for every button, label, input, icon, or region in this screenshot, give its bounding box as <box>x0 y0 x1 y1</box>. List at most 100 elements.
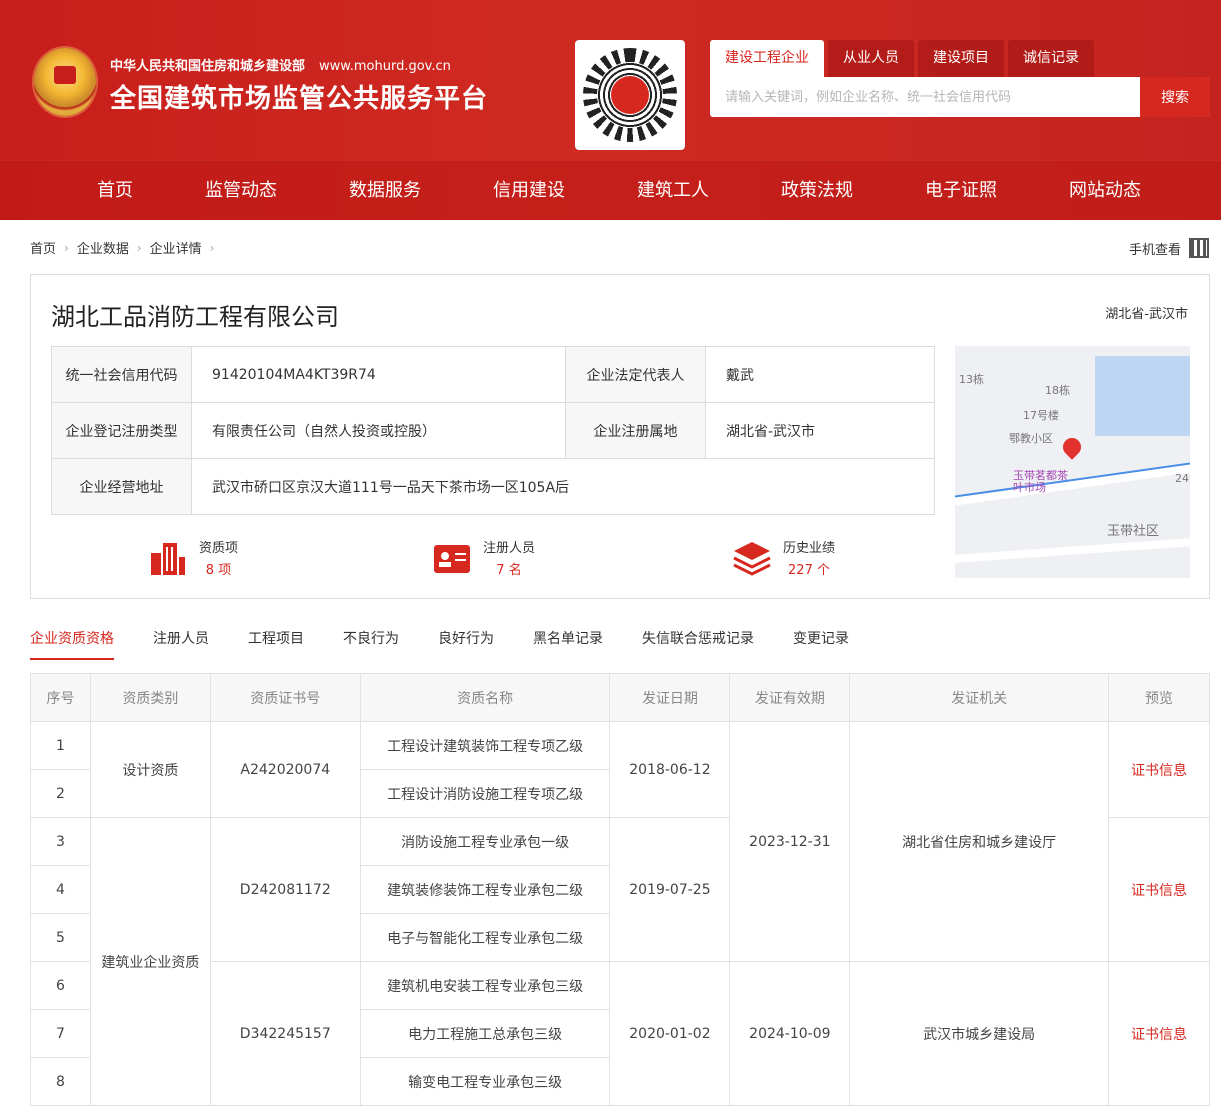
id-card-icon <box>433 539 471 577</box>
header-top: 中华人民共和国住房和城乡建设部 www.mohurd.gov.cn 全国建筑市场监… <box>0 0 1221 160</box>
table-row: 1 设计资质 A242020074 工程设计建筑装饰工程专项乙级 2018-06… <box>30 721 1210 962</box>
nav-site-news[interactable]: 网站动态 <box>1069 161 1141 221</box>
col-header: 发证机关 <box>849 673 1110 722</box>
reg-place-label: 企业注册属地 <box>565 402 706 459</box>
breadcrumb-enterprise-detail: 企业详情 <box>149 242 202 257</box>
tab-good-behavior[interactable]: 良好行为 <box>438 620 494 660</box>
stat-label: 资质项 <box>199 541 239 556</box>
stat-value: 7 名 <box>496 563 522 578</box>
breadcrumb-home[interactable]: 首页 <box>30 238 56 257</box>
col-header: 发证日期 <box>609 673 731 722</box>
info-row: 企业登记注册类型 有限责任公司（自然人投资或控股） 企业注册属地 湖北省-武汉市 <box>51 402 935 459</box>
row-number: 1 <box>30 721 91 770</box>
stat-personnel[interactable]: 注册人员 7 名 <box>433 537 535 578</box>
chevron-right-icon: › <box>64 240 69 255</box>
nav-workers[interactable]: 建筑工人 <box>637 161 709 221</box>
cert-number: D242081172 <box>209 817 361 962</box>
map-water <box>1095 356 1190 436</box>
reg-place-value: 湖北省-武汉市 <box>705 402 935 459</box>
search-tab-project[interactable]: 建设项目 <box>918 40 1004 77</box>
qualification-name: 电子与智能化工程专业承包二级 <box>359 913 611 962</box>
cert-info-link[interactable]: 证书信息 <box>1108 817 1210 962</box>
nav-data-service[interactable]: 数据服务 <box>349 161 421 221</box>
col-header: 序号 <box>30 673 91 722</box>
breadcrumb-enterprise-data[interactable]: 企业数据 <box>77 238 129 257</box>
row-number: 3 <box>30 817 91 866</box>
col-header: 资质名称 <box>359 673 611 722</box>
row-number: 5 <box>30 913 91 962</box>
qr-code <box>575 40 685 150</box>
address-value: 武汉市硚口区京汉大道111号一品天下茶市场一区105A后 <box>191 458 935 515</box>
search-tab-credit[interactable]: 诚信记录 <box>1008 40 1094 77</box>
qualification-category: 建筑业企业资质 <box>89 817 211 1106</box>
tab-personnel[interactable]: 注册人员 <box>153 620 209 660</box>
qualification-name: 消防设施工程专业承包一级 <box>359 817 611 866</box>
legal-rep-label: 企业法定代表人 <box>565 346 706 403</box>
tab-qualifications[interactable]: 企业资质资格 <box>30 620 114 660</box>
qualification-name: 输变电工程专业承包三级 <box>359 1057 611 1106</box>
stat-value: 227 个 <box>788 563 830 578</box>
company-info-table: 统一社会信用代码 91420104MA4KT39R74 企业法定代表人 戴武 企… <box>51 346 935 515</box>
qualification-name: 工程设计建筑装饰工程专项乙级 <box>359 721 611 770</box>
address-label: 企业经营地址 <box>51 458 192 515</box>
layers-icon <box>733 539 771 577</box>
map-label: 17号楼 <box>1023 409 1059 422</box>
platform-title: 全国建筑市场监管公共服务平台 <box>110 84 489 114</box>
chevron-right-icon: › <box>136 240 142 255</box>
legal-rep-value: 戴武 <box>705 346 935 403</box>
chevron-right-icon: › <box>209 240 215 255</box>
credit-code-label: 统一社会信用代码 <box>51 346 192 403</box>
company-card: 湖北工品消防工程有限公司 湖北省-武汉市 统一社会信用代码 91420104MA… <box>30 274 1210 599</box>
stat-label: 注册人员 <box>483 541 536 556</box>
qualification-name: 建筑装修装饰工程专业承包二级 <box>359 865 611 914</box>
qualification-name: 电力工程施工总承包三级 <box>359 1009 611 1058</box>
mobile-view-link[interactable]: 手机查看 <box>1129 238 1209 258</box>
nav-e-cert[interactable]: 电子证照 <box>925 161 997 221</box>
location-map[interactable]: 13栋 18栋 17号楼 鄂教小区 玉带茗都茶叶市场 玉带社区 24 <box>955 346 1190 578</box>
row-number: 6 <box>30 961 91 1010</box>
tab-bad-behavior[interactable]: 不良行为 <box>343 620 399 660</box>
table-header-row: 序号 资质类别 资质证书号 资质名称 发证日期 发证有效期 发证机关 预览 <box>30 673 1210 722</box>
issue-date: 2020-01-02 <box>609 961 731 1106</box>
ministry-name: 中华人民共和国住房和城乡建设部 www.mohurd.gov.cn <box>110 55 451 74</box>
row-number: 4 <box>30 865 91 914</box>
main-nav: 首页 监管动态 数据服务 信用建设 建筑工人 政策法规 电子证照 网站动态 <box>0 160 1221 220</box>
search-button[interactable]: 搜索 <box>1140 77 1210 117</box>
search-tab-enterprise[interactable]: 建设工程企业 <box>710 40 824 77</box>
reg-type-value: 有限责任公司（自然人投资或控股） <box>191 402 566 459</box>
nav-policy[interactable]: 政策法规 <box>781 161 853 221</box>
cert-number: D342245157 <box>209 961 361 1106</box>
search-tabs: 建设工程企业 从业人员 建设项目 诚信记录 <box>710 40 1094 77</box>
issuing-authority: 湖北省住房和城乡建设厅 <box>849 721 1110 962</box>
company-stats: 资质项 8 项 注册人员 7 名 历史业绩 227 个 <box>31 537 931 587</box>
qualification-table: 序号 资质类别 资质证书号 资质名称 发证日期 发证有效期 发证机关 预览 1 … <box>30 673 1210 1106</box>
cert-info-link[interactable]: 证书信息 <box>1108 721 1210 818</box>
stat-performance[interactable]: 历史业绩 227 个 <box>733 537 835 578</box>
search-box: 搜索 <box>710 77 1210 117</box>
map-pin-icon <box>1059 434 1085 460</box>
stat-value: 8 项 <box>205 563 232 578</box>
search-input[interactable] <box>710 77 1140 117</box>
nav-credit[interactable]: 信用建设 <box>493 161 565 221</box>
valid-until: 2024-10-09 <box>729 961 851 1106</box>
map-label: 13栋 <box>959 373 984 386</box>
col-header: 预览 <box>1108 673 1210 722</box>
reg-type-label: 企业登记注册类型 <box>51 402 192 459</box>
tab-blacklist[interactable]: 黑名单记录 <box>533 620 603 660</box>
tab-change-records[interactable]: 变更记录 <box>793 620 849 660</box>
map-label: 18栋 <box>1045 384 1070 397</box>
map-label: 鄂教小区 <box>1009 432 1053 445</box>
map-label: 24 <box>1175 472 1189 485</box>
search-tab-personnel[interactable]: 从业人员 <box>828 40 914 77</box>
tab-joint-punishment[interactable]: 失信联合惩戒记录 <box>642 620 754 660</box>
nav-supervision[interactable]: 监管动态 <box>205 161 277 221</box>
ministry-url[interactable]: www.mohurd.gov.cn <box>319 59 451 74</box>
stat-label: 历史业绩 <box>783 541 836 556</box>
cert-info-link[interactable]: 证书信息 <box>1108 961 1210 1106</box>
building-icon <box>149 539 187 577</box>
qualification-name: 工程设计消防设施工程专项乙级 <box>359 769 611 818</box>
issuing-authority: 武汉市城乡建设局 <box>849 961 1110 1106</box>
nav-home[interactable]: 首页 <box>97 161 133 221</box>
tab-projects[interactable]: 工程项目 <box>248 620 304 660</box>
stat-qualifications[interactable]: 资质项 8 项 <box>149 537 238 578</box>
